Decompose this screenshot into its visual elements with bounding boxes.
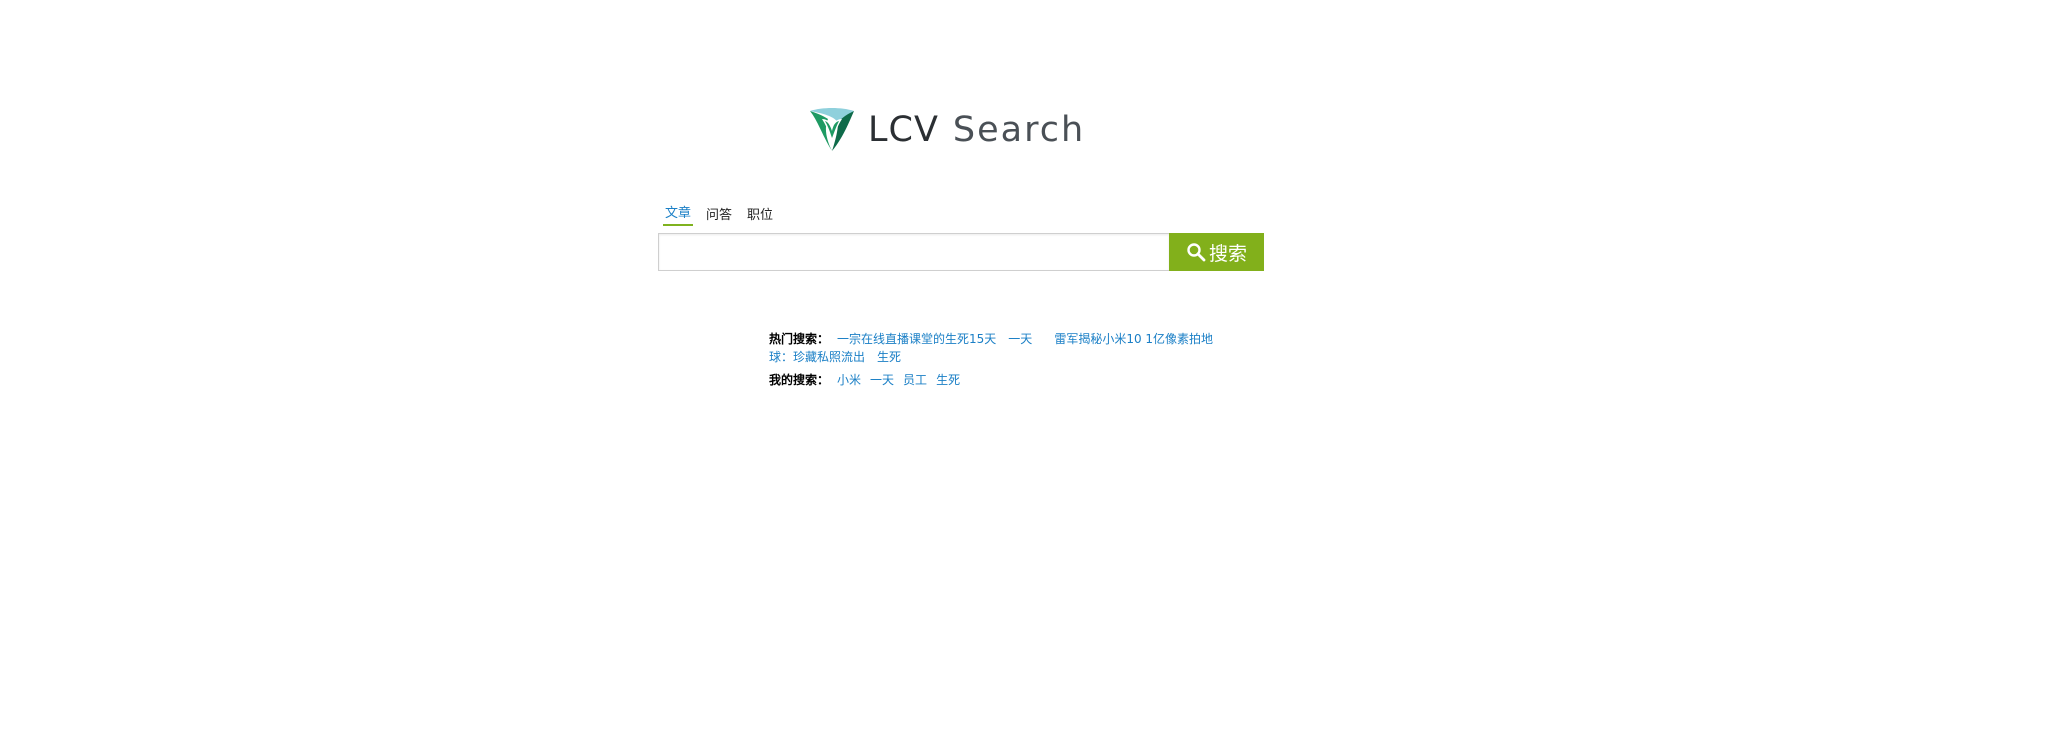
search-page: LCV Search 文章 问答 职位 搜索 热门搜索： 一宗在线直播课堂的生死1… <box>0 0 2069 743</box>
my-search-item[interactable]: 生死 <box>936 373 960 387</box>
my-searches-label: 我的搜索： <box>769 373 830 387</box>
logo[interactable]: LCV Search <box>808 104 1085 156</box>
my-searches: 我的搜索： 小米 一天 员工 生死 <box>769 371 969 389</box>
tab-qa[interactable]: 问答 <box>704 208 734 226</box>
logo-wordmark: LCV Search <box>868 109 1086 150</box>
search-input[interactable] <box>658 233 1169 271</box>
search-button[interactable]: 搜索 <box>1169 233 1264 271</box>
logo-product: Search <box>952 109 1086 150</box>
hot-search-item[interactable]: 一天 <box>1008 332 1032 346</box>
tab-articles[interactable]: 文章 <box>663 206 694 226</box>
search-icon <box>1187 243 1206 262</box>
hot-searches: 热门搜索： 一宗在线直播课堂的生死15天 一天 雷军揭秘小米10 1亿像素拍地球：珍藏… <box>769 330 1219 366</box>
hot-search-item[interactable]: 生死 <box>877 350 901 364</box>
tab-jobs[interactable]: 职位 <box>745 208 775 226</box>
search-button-label: 搜索 <box>1208 242 1247 265</box>
hot-searches-label: 热门搜索： <box>769 332 830 346</box>
my-search-item[interactable]: 小米 <box>837 373 861 387</box>
hot-search-item[interactable]: 一宗在线直播课堂的生死15天 <box>837 332 996 346</box>
search-bar: 搜索 <box>658 233 1264 271</box>
search-type-tabs: 文章 问答 职位 <box>663 204 786 226</box>
logo-brand: LCV <box>868 109 939 150</box>
my-search-item[interactable]: 一天 <box>870 373 894 387</box>
shield-logo-icon <box>810 108 854 151</box>
my-search-item[interactable]: 员工 <box>903 373 927 387</box>
